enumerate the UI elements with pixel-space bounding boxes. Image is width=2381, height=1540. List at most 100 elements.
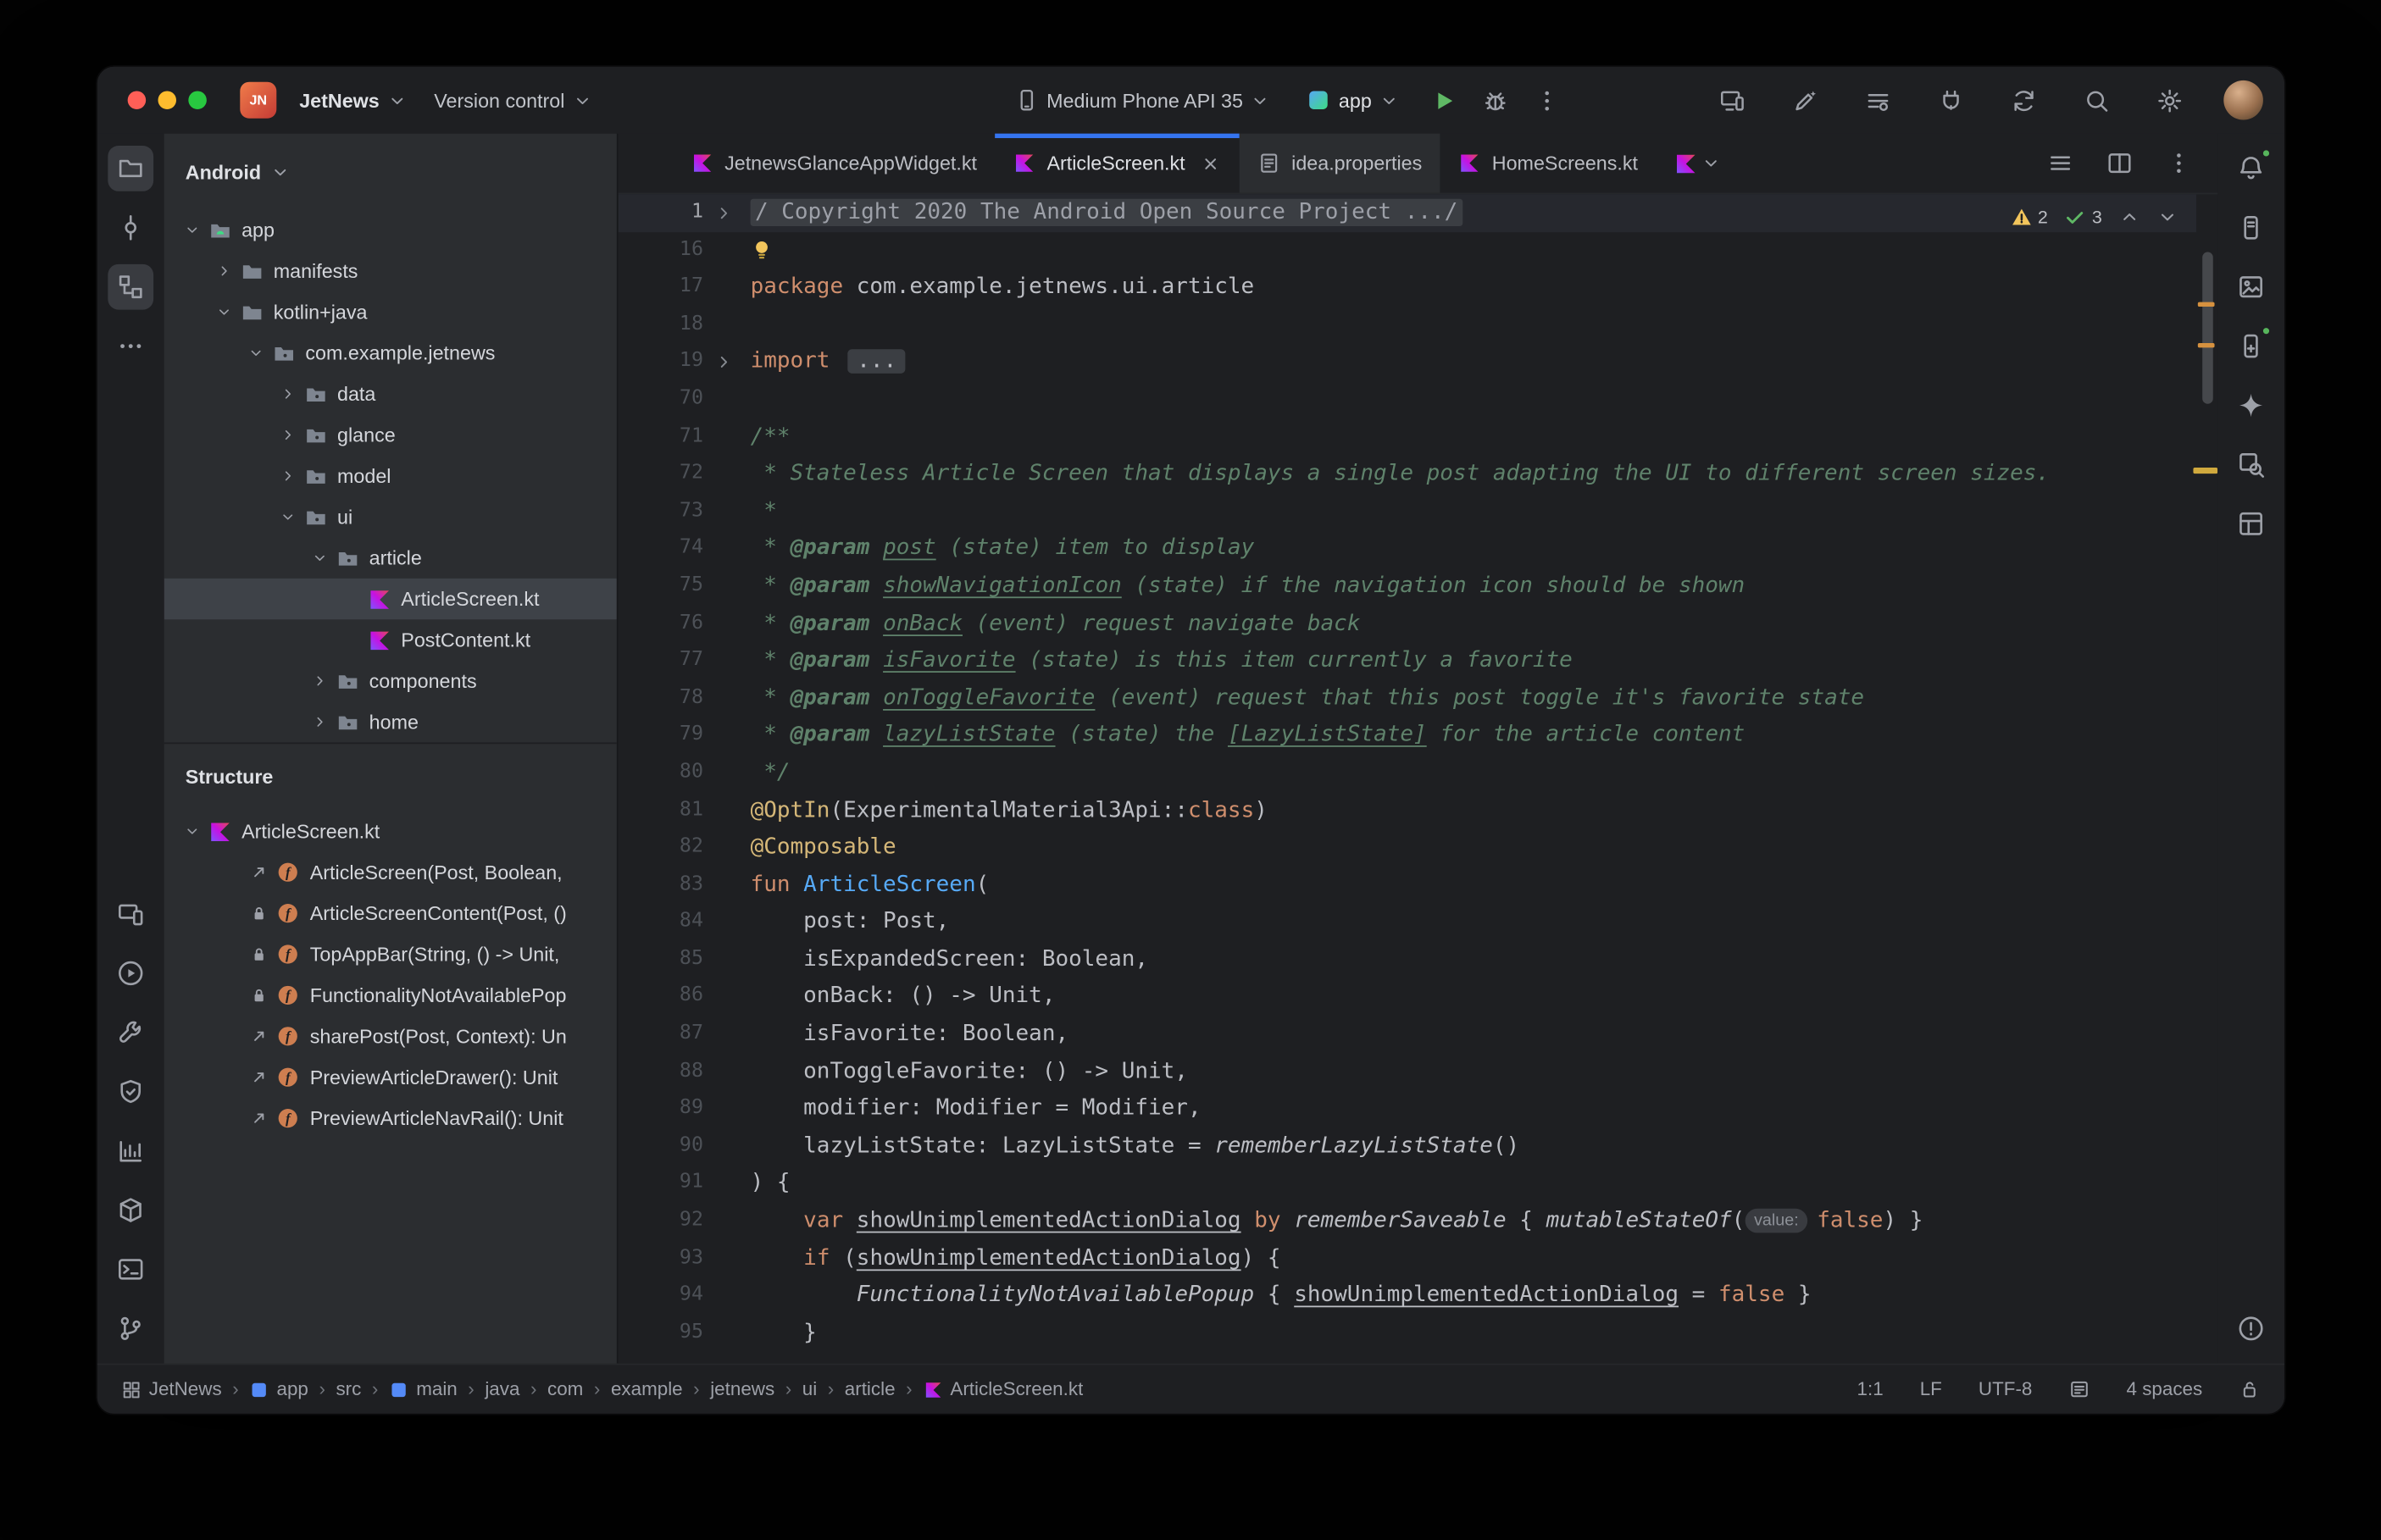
vcs-widget[interactable]: Version control [424, 83, 603, 118]
code-line-71[interactable]: 71/** [619, 418, 2196, 456]
code-line-84[interactable]: 84 post: Post, [619, 904, 2196, 941]
tree-item-kotlin-java[interactable]: kotlin+java [164, 291, 617, 332]
line-number-80[interactable]: 80 [619, 755, 703, 792]
fold-toggle-icon[interactable] [703, 194, 743, 231]
caret-position[interactable]: 1:1 [1857, 1379, 1884, 1400]
layout-inspector-button[interactable] [2228, 501, 2274, 546]
line-number-87[interactable]: 87 [619, 1016, 703, 1053]
tree-item-app[interactable]: app [164, 209, 617, 250]
line-number-78[interactable]: 78 [619, 679, 703, 717]
tree-item-components[interactable]: components [164, 661, 617, 701]
breadcrumb-example[interactable]: example [611, 1379, 683, 1400]
editor-tabs-list-button[interactable] [2041, 145, 2078, 181]
code-line-79[interactable]: 79 * @param lazyListState (state) the [L… [619, 717, 2196, 755]
line-number-76[interactable]: 76 [619, 605, 703, 642]
code-line-77[interactable]: 77 * @param isFavorite (state) is this i… [619, 642, 2196, 679]
breadcrumb-main[interactable]: main [389, 1379, 458, 1400]
code-line-83[interactable]: 83fun ArticleScreen( [619, 867, 2196, 904]
tree-item-articlescreen-kt[interactable]: ArticleScreen.kt [164, 579, 617, 619]
line-number-79[interactable]: 79 [619, 717, 703, 755]
breadcrumb-article[interactable]: article [845, 1379, 896, 1400]
line-number-1[interactable]: 1 [619, 194, 703, 231]
warning-stripe-mark[interactable] [2198, 343, 2215, 347]
line-number-73[interactable]: 73 [619, 493, 703, 530]
close-window-button[interactable] [128, 91, 147, 109]
code-line-17[interactable]: 17package com.example.jetnews.ui.article [619, 269, 2196, 307]
line-number-18[interactable]: 18 [619, 307, 703, 344]
line-number-81[interactable]: 81 [619, 792, 703, 829]
app-inspection-button[interactable] [2228, 442, 2274, 488]
line-number-17[interactable]: 17 [619, 269, 703, 307]
fold-toggle-icon[interactable] [703, 344, 743, 381]
project-widget[interactable]: JetNews [289, 83, 418, 118]
warning-stripe-mark[interactable] [2198, 302, 2215, 307]
code-with-me-button[interactable] [1859, 82, 1895, 119]
split-editor-button[interactable] [2101, 145, 2137, 181]
breadcrumb-src[interactable]: src [336, 1379, 361, 1400]
more-tool-windows-button[interactable] [108, 324, 153, 369]
editor-tab-idea-properties[interactable]: idea.properties [1240, 134, 1440, 193]
breadcrumb-java[interactable]: java [485, 1379, 519, 1400]
code-line-88[interactable]: 88 onToggleFavorite: () -> Unit, [619, 1053, 2196, 1090]
line-number-72[interactable]: 72 [619, 456, 703, 493]
editor-tab-articlescreen-kt[interactable]: ArticleScreen.kt [996, 134, 1240, 193]
structure-tool-button[interactable] [108, 264, 153, 310]
code-line-85[interactable]: 85 isExpandedScreen: Boolean, [619, 941, 2196, 978]
plugins-button[interactable] [1932, 82, 1968, 119]
tree-item-data[interactable]: data [164, 374, 617, 414]
code-line-19[interactable]: 19import ... [619, 344, 2196, 381]
code-line-95[interactable]: 95 } [619, 1315, 2196, 1352]
code-line-82[interactable]: 82@Composable [619, 829, 2196, 867]
reader-mode-toggle[interactable] [2068, 1379, 2090, 1400]
structure-item-functionalitynotavailablepop[interactable]: fFunctionalityNotAvailablePop [164, 975, 617, 1016]
search-everywhere-button[interactable] [2078, 82, 2114, 119]
project-tool-button[interactable] [108, 146, 153, 191]
editor-options-button[interactable] [2160, 145, 2196, 181]
line-number-85[interactable]: 85 [619, 941, 703, 978]
code-line-78[interactable]: 78 * @param onToggleFavorite (event) req… [619, 679, 2196, 717]
problems-button[interactable] [2228, 1305, 2274, 1351]
tree-item-article[interactable]: article [164, 537, 617, 578]
code-line-18[interactable]: 18 [619, 307, 2196, 344]
tree-item-model[interactable]: model [164, 456, 617, 496]
breadcrumb-jetnews[interactable]: jetnews [710, 1379, 774, 1400]
title-bar[interactable]: JNJetNewsVersion control Medium Phone AP… [97, 67, 2284, 134]
run-config-selector[interactable]: app [1296, 82, 1410, 119]
line-number-71[interactable]: 71 [619, 418, 703, 456]
ai-assistant-button[interactable] [1786, 82, 1823, 119]
device-selector[interactable]: Medium Phone API 35 [1004, 82, 1281, 119]
minimize-window-button[interactable] [158, 91, 176, 109]
code-line-80[interactable]: 80 */ [619, 755, 2196, 792]
line-number-83[interactable]: 83 [619, 867, 703, 904]
build-tool-button[interactable] [108, 1010, 153, 1055]
breadcrumb-jetnews[interactable]: JetNews [121, 1379, 221, 1400]
settings-button[interactable] [2151, 82, 2187, 119]
editor-tab-homescreens-kt[interactable]: HomeScreens.kt [1440, 134, 1657, 193]
running-devices-button[interactable] [108, 891, 153, 937]
notifications-button[interactable] [2228, 146, 2274, 191]
commit-tool-button[interactable] [108, 205, 153, 251]
terminal-button[interactable] [108, 1247, 153, 1293]
more-actions-button[interactable] [1528, 82, 1564, 119]
passed-checks-count[interactable]: 3 [2065, 207, 2102, 228]
code-line-94[interactable]: 94 FunctionalityNotAvailablePopup { show… [619, 1277, 2196, 1315]
run-button[interactable] [1425, 82, 1462, 119]
line-number-16[interactable]: 16 [619, 231, 703, 269]
code-line-76[interactable]: 76 * @param onBack (event) request navig… [619, 605, 2196, 642]
code-line-90[interactable]: 90 lazyListState: LazyListState = rememb… [619, 1127, 2196, 1165]
next-problem-button[interactable] [2156, 207, 2178, 228]
git-tool-button[interactable] [108, 1305, 153, 1351]
line-number-70[interactable]: 70 [619, 381, 703, 418]
warnings-count[interactable]: 2 [2011, 207, 2048, 228]
code-line-92[interactable]: 92 var showUnimplementedActionDialog by … [619, 1203, 2196, 1240]
editor-tab-jetnewsglanceappwidget-kt[interactable]: JetnewsGlanceAppWidget.kt [673, 134, 995, 193]
line-number-74[interactable]: 74 [619, 530, 703, 568]
tree-item-glance[interactable]: glance [164, 414, 617, 455]
structure-root-articlescreen-kt[interactable]: ArticleScreen.kt [164, 811, 617, 851]
line-number-86[interactable]: 86 [619, 978, 703, 1016]
project-view-selector[interactable]: Android [164, 134, 617, 210]
debug-button[interactable] [1476, 82, 1512, 119]
structure-item-previewarticledrawer-unit[interactable]: fPreviewArticleDrawer(): Unit [164, 1057, 617, 1098]
line-number-89[interactable]: 89 [619, 1090, 703, 1127]
tree-item-ui[interactable]: ui [164, 496, 617, 537]
